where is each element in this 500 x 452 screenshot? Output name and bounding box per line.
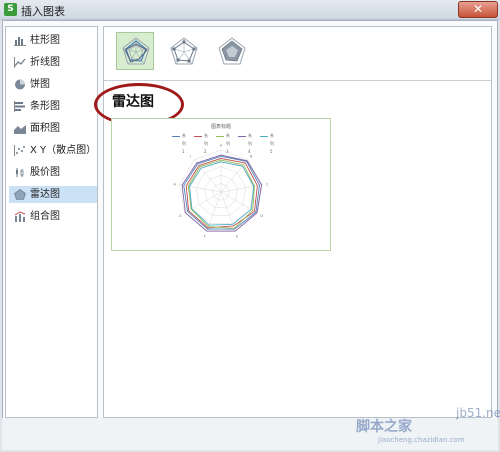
filled-radar-subtype-icon [218, 37, 246, 65]
watermark-text: 脚本之家 [356, 419, 412, 435]
chart-preview-thumbnail[interactable]: 图表标题 系列1 系列2 系列3 系列4 系列5 A B C D E F G H I [111, 118, 331, 251]
radar-chart: A B C D E F G H I [173, 144, 269, 239]
pie-chart-icon [15, 79, 25, 90]
line-chart-icon [14, 57, 26, 68]
radar-category-label: F [204, 235, 206, 239]
watermark-url: jiaocheng.chazidian.com [378, 436, 465, 444]
radar-category-label: A [220, 144, 223, 148]
app-icon: S [4, 3, 17, 16]
chart-title: 图表标题 [210, 124, 231, 130]
sidebar-item-stock[interactable]: 股价图 [9, 164, 97, 181]
radar-category-label: B [250, 154, 253, 158]
sidebar-item-label: 条形图 [30, 101, 60, 112]
stock-chart-icon [16, 168, 24, 177]
radar-spoke [220, 184, 263, 193]
radar-category-label: H [173, 182, 176, 186]
bar-chart-icon [14, 101, 25, 112]
column-chart-icon [14, 37, 26, 46]
title-bar: S 插入图表 ✕ [0, 0, 500, 20]
radar-category-label: G [179, 214, 182, 218]
filled-radar-subtype-button[interactable] [212, 32, 250, 70]
sidebar-item-label: 面积图 [30, 123, 60, 134]
watermark-domain: jb51.net [456, 406, 500, 420]
sidebar-item-line[interactable]: 折线图 [9, 54, 97, 71]
sidebar-item-area[interactable]: 面积图 [9, 120, 97, 137]
sidebar-item-label: 柱形图 [30, 35, 60, 46]
radar-chart-icon [14, 189, 26, 200]
radar-markers-subtype-icon [170, 37, 198, 65]
sidebar-item-label: 组合图 [30, 211, 60, 222]
radar-category-label: C [266, 182, 269, 186]
chart-gallery-panel: 雷达图 图表标题 系列1 系列2 系列3 系列4 系列5 ABCDEFGHI [94, 26, 492, 418]
sidebar-item-column[interactable]: 柱形图 [9, 32, 97, 49]
radar-category-label: D [260, 214, 263, 218]
chart-subtype-row [104, 27, 491, 81]
chart-legend: 系列1 系列2 系列3 系列4 系列5 [172, 132, 282, 154]
sidebar-item-radar[interactable]: 雷达图 [9, 186, 97, 203]
chart-type-list: 柱形图 折线图 饼图 条形图 面积图 X Y（散点图） 股价图 雷达图 组合图 [5, 26, 98, 418]
sidebar-item-bar[interactable]: 条形图 [9, 98, 97, 115]
sidebar-item-combo[interactable]: 组合图 [9, 208, 97, 225]
scatter-chart-icon [14, 145, 25, 156]
sidebar-item-label: 股价图 [30, 167, 60, 178]
radar-category-label: I [190, 154, 191, 158]
close-button[interactable]: ✕ [458, 1, 498, 18]
window-title: 插入图表 [21, 5, 65, 18]
combo-chart-icon [14, 211, 26, 222]
sidebar-item-label: 雷达图 [30, 189, 60, 200]
sidebar-item-pie[interactable]: 饼图 [9, 76, 97, 93]
sidebar-item-label: 折线图 [30, 57, 60, 68]
sidebar-item-scatter[interactable]: X Y（散点图） [9, 142, 97, 159]
radar-subtype-button[interactable] [116, 32, 154, 70]
radar-category-label: E [236, 235, 238, 239]
radar-markers-subtype-button[interactable] [164, 32, 202, 70]
sidebar-item-label: 饼图 [30, 79, 50, 90]
watermark: jb51.net 脚本之家 jiaocheng.chazidian.com [356, 404, 500, 452]
radar-subtype-icon [122, 37, 150, 65]
area-chart-icon [14, 125, 26, 134]
sidebar-item-label: X Y（散点图） [30, 145, 97, 156]
